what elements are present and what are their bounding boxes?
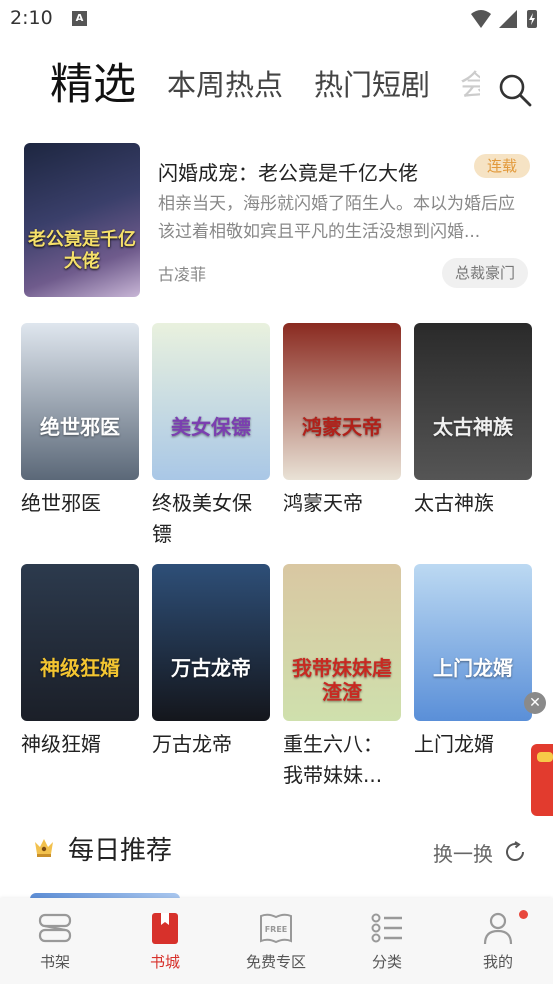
- red-packet-seal: [537, 752, 553, 762]
- nav-free-zone-label: 免费专区: [245, 953, 306, 971]
- book-title: 终极美女保镖: [152, 491, 252, 546]
- book-cover-text: 神级狂婿: [40, 656, 120, 680]
- nav-bookstore-label: 书城: [149, 953, 180, 971]
- book-cover-text: 太古神族: [433, 415, 513, 439]
- nav-bookshelf[interactable]: 书架: [0, 898, 110, 984]
- notification-dot: [519, 910, 528, 919]
- bottom-navigation: 书架 书城 FREE 免费专区 分类 我的: [0, 898, 553, 984]
- book-cover: 太古神族: [414, 323, 532, 480]
- bookshelf-icon: [38, 913, 72, 943]
- featured-book-title: 闪婚成宠：老公竟是千亿大佬: [158, 161, 418, 185]
- status-bar: 2:10 A: [0, 0, 553, 38]
- notification-icon: A: [72, 11, 87, 26]
- book-cover-text: 我带妹妹虐渣渣: [292, 656, 392, 704]
- book-item[interactable]: 上门龙婿 上门龙婿: [414, 564, 532, 791]
- status-time: 2:10: [10, 7, 53, 29]
- featured-book-card[interactable]: 老公竟是千亿大佬 闪婚成宠：老公竟是千亿大佬 连载 相亲当天，海彤就闪婚了陌生人…: [24, 140, 534, 300]
- book-title: 绝世邪医: [21, 491, 101, 515]
- book-title: 鸿蒙天帝: [283, 491, 363, 515]
- refresh-button[interactable]: 换一换: [433, 838, 493, 867]
- system-status-icons: [471, 10, 537, 28]
- tab-featured[interactable]: 精选: [50, 50, 136, 120]
- featured-book-author: 古凌菲: [158, 265, 207, 284]
- crown-icon: [35, 839, 53, 857]
- nav-bookstore[interactable]: 书城: [110, 898, 220, 984]
- book-item[interactable]: 万古龙帝 万古龙帝: [152, 564, 270, 791]
- book-title: 重生六八：我带妹妹...: [283, 732, 383, 787]
- nav-bookshelf-label: 书架: [39, 953, 70, 971]
- bookstore-icon: [152, 913, 178, 944]
- book-cover: 万古龙帝: [152, 564, 270, 721]
- book-cover: 神级狂婿: [21, 564, 139, 721]
- nav-category[interactable]: 分类: [332, 898, 442, 984]
- serial-status-badge: 连载: [474, 154, 530, 178]
- tab-more[interactable]: 会: [460, 50, 480, 120]
- book-cover: 绝世邪医: [21, 323, 139, 480]
- close-ad-icon[interactable]: ✕: [524, 692, 546, 714]
- category-tabs: 精选 本周热点 热门短剧 会: [0, 50, 553, 120]
- book-cover: 上门龙婿: [414, 564, 532, 721]
- featured-book-description: 相亲当天，海彤就闪婚了陌生人。本以为婚后应该过着相敬如宾且平凡的生活没想到闪婚.…: [158, 194, 515, 242]
- book-cover: 我带妹妹虐渣渣: [283, 564, 401, 721]
- book-item[interactable]: 我带妹妹虐渣渣 重生六八：我带妹妹...: [283, 564, 401, 791]
- book-item[interactable]: 鸿蒙天帝 鸿蒙天帝: [283, 323, 401, 550]
- book-title: 万古龙帝: [152, 732, 232, 756]
- signal-icon: [499, 10, 517, 28]
- tab-weekly-hot[interactable]: 本周热点: [167, 50, 283, 120]
- book-title: 上门龙婿: [414, 732, 494, 756]
- book-cover-text: 上门龙婿: [433, 656, 513, 680]
- free-book-icon: FREE: [260, 913, 292, 944]
- search-icon[interactable]: [497, 72, 533, 108]
- featured-book-cover: 老公竟是千亿大佬: [24, 143, 140, 297]
- refresh-icon[interactable]: [503, 840, 527, 864]
- daily-recommend-header: 每日推荐 换一换: [0, 826, 553, 876]
- book-title: 太古神族: [414, 491, 494, 515]
- book-cover-text: 绝世邪医: [40, 415, 120, 439]
- book-title: 神级狂婿: [21, 732, 101, 756]
- featured-cover-text: 老公竟是千亿大佬: [28, 229, 136, 272]
- profile-icon: [483, 912, 513, 945]
- book-item[interactable]: 神级狂婿 神级狂婿: [21, 564, 139, 791]
- book-cover: 美女保镖: [152, 323, 270, 480]
- wifi-icon: [471, 10, 491, 28]
- tab-hot-short-drama[interactable]: 热门短剧: [314, 50, 430, 120]
- book-item[interactable]: 美女保镖 终极美女保镖: [152, 323, 270, 550]
- nav-profile-label: 我的: [482, 953, 513, 971]
- free-icon-text: FREE: [265, 925, 288, 934]
- nav-profile[interactable]: 我的: [443, 898, 553, 984]
- book-cover-text: 万古龙帝: [171, 656, 251, 680]
- book-item[interactable]: 太古神族 太古神族: [414, 323, 532, 550]
- book-item[interactable]: 绝世邪医 绝世邪医: [21, 323, 139, 550]
- book-cover: 鸿蒙天帝: [283, 323, 401, 480]
- genre-tag[interactable]: 总裁豪门: [442, 258, 528, 288]
- book-cover-text: 美女保镖: [171, 415, 251, 439]
- nav-free-zone[interactable]: FREE 免费专区: [221, 898, 331, 984]
- book-cover-text: 鸿蒙天帝: [302, 415, 382, 439]
- nav-category-label: 分类: [371, 953, 402, 971]
- category-list-icon: [371, 913, 402, 943]
- daily-recommend-title: 每日推荐: [68, 836, 173, 866]
